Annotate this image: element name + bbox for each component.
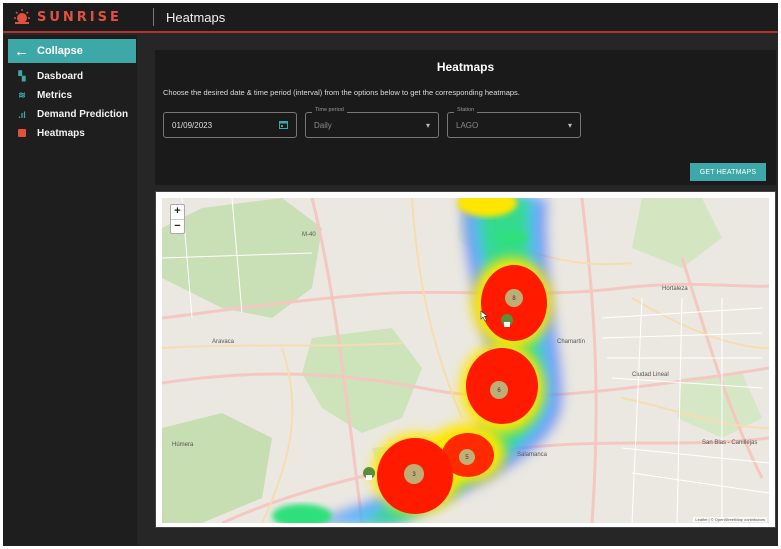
map-label-m40: M-40 <box>302 232 316 238</box>
map-label-san-blas: San Blas - Canillejas <box>702 440 757 446</box>
time-period-label: Time period <box>312 107 347 113</box>
map-label-hortaleza: Hortaleza <box>662 286 688 292</box>
heatmap-icon <box>15 128 29 139</box>
dashboard-icon: ▚ <box>18 71 26 81</box>
caret-down-icon: ▾ <box>567 120 572 130</box>
map-card: Aravaca Hortaleza Ciudad Lineal San Blas… <box>155 191 776 528</box>
zoom-out-button[interactable]: − <box>171 219 184 233</box>
cluster-marker[interactable]: 8 <box>505 289 523 307</box>
date-picker-field[interactable]: 01/09/2023 <box>163 112 297 138</box>
app-window: SUNRISE Heatmaps ← Collapse ▚ Dasboard ≋… <box>3 3 778 546</box>
sidebar: ← Collapse ▚ Dasboard ≋ Metrics .ıl Dema… <box>3 35 137 546</box>
cluster-marker[interactable]: 6 <box>490 381 508 399</box>
map-canvas[interactable]: Aravaca Hortaleza Ciudad Lineal San Blas… <box>162 198 769 523</box>
map-label-humera: Húmera <box>172 442 194 448</box>
station-select[interactable]: Station LAGO ▾ <box>447 107 581 138</box>
brand-logo[interactable]: SUNRISE <box>3 8 153 26</box>
sidebar-item-heatmaps[interactable]: Heatmaps <box>3 124 137 143</box>
get-heatmaps-button[interactable]: GET HEATMAPS <box>690 163 766 181</box>
zoom-control: + − <box>170 204 185 234</box>
filter-fields: 01/09/2023 Time period Daily ▾ Station L… <box>163 107 581 138</box>
metrics-icon: ≋ <box>18 90 26 100</box>
time-period-select[interactable]: Time period Daily ▾ <box>305 107 439 138</box>
brand-name: SUNRISE <box>37 9 122 25</box>
heatmap-map[interactable]: Aravaca Hortaleza Ciudad Lineal San Blas… <box>162 198 769 523</box>
card-description: Choose the desired date & time period (i… <box>163 88 520 97</box>
card-title: Heatmaps <box>436 60 495 74</box>
collapse-label: Collapse <box>37 45 83 57</box>
zoom-in-button[interactable]: + <box>171 205 184 219</box>
calendar-icon[interactable] <box>279 120 288 131</box>
top-bar: SUNRISE Heatmaps <box>3 3 778 33</box>
map-label-salamanca: Salamanca <box>517 452 548 458</box>
map-attribution[interactable]: Leaflet | © OpenStreetMap contributors <box>693 517 767 522</box>
collapse-button[interactable]: ← Collapse <box>8 39 136 63</box>
sidebar-item-label: Heatmaps <box>37 128 85 139</box>
sun-logo-icon <box>11 8 33 26</box>
station-label: Station <box>454 107 478 113</box>
bar-chart-icon: .ıl <box>18 109 26 120</box>
page-title: Heatmaps <box>166 9 226 25</box>
caret-down-icon: ▾ <box>425 120 430 130</box>
time-period-value: Daily <box>314 120 332 130</box>
sidebar-item-label: Metrics <box>37 90 73 101</box>
heatmaps-form-card: Heatmaps Choose the desired date & time … <box>155 50 776 185</box>
sidebar-item-label: Demand Prediction <box>37 109 129 120</box>
map-label-ciudad-lineal: Ciudad Lineal <box>632 372 669 378</box>
cluster-marker[interactable]: 5 <box>459 449 475 465</box>
map-label-chamartin: Chamartín <box>557 339 585 345</box>
sidebar-item-dashboard[interactable]: ▚ Dasboard <box>3 67 137 86</box>
sidebar-item-label: Dasboard <box>37 71 84 82</box>
topbar-divider <box>153 8 154 26</box>
arrow-left-icon: ← <box>14 42 29 60</box>
cluster-marker[interactable]: 3 <box>404 464 424 484</box>
sidebar-item-demand-prediction[interactable]: .ıl Demand Prediction <box>3 105 137 124</box>
map-label-aravaca: Aravaca <box>212 339 235 345</box>
sidebar-item-metrics[interactable]: ≋ Metrics <box>3 86 137 105</box>
date-value: 01/09/2023 <box>172 120 213 130</box>
main-content: Heatmaps Choose the desired date & time … <box>137 35 778 546</box>
station-value: LAGO <box>456 120 479 130</box>
